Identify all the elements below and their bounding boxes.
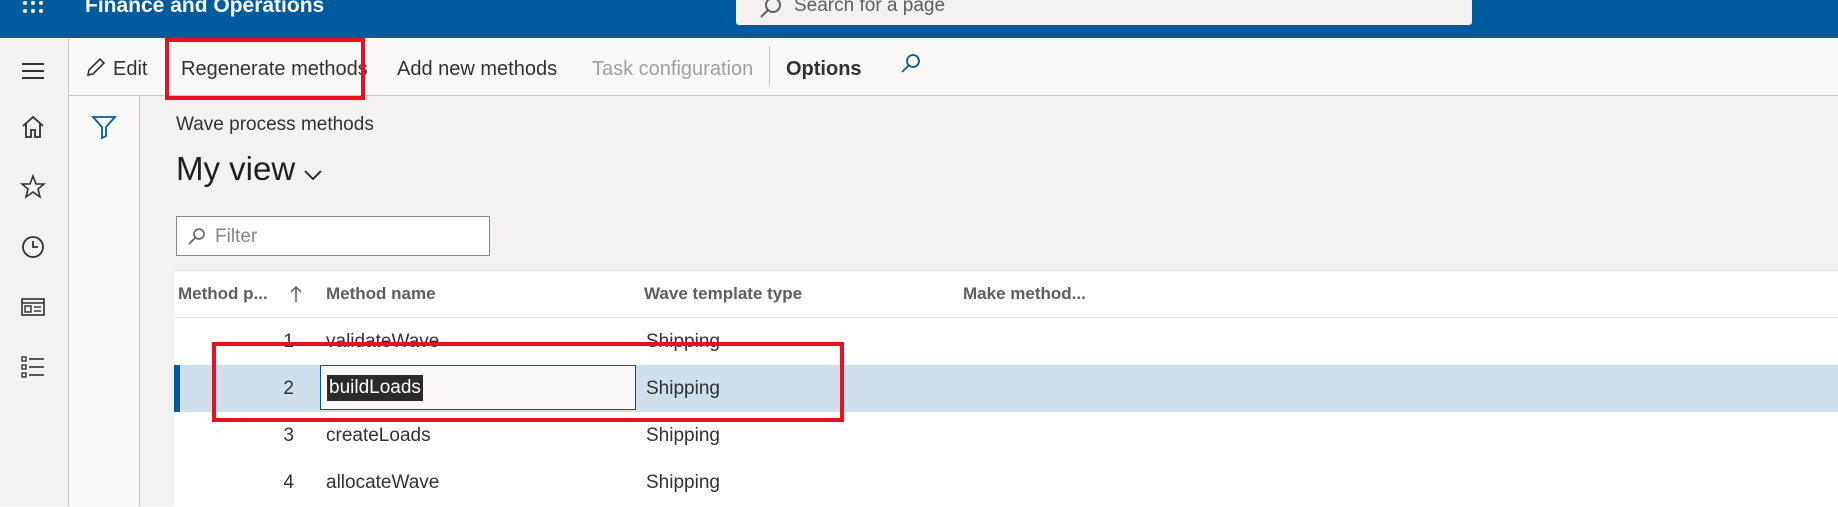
method-name-cell[interactable]: createLoads <box>326 412 431 459</box>
app-launcher-icon[interactable] <box>22 0 44 22</box>
method-name-cell[interactable]: allocateWave <box>326 459 439 506</box>
page-search-box[interactable]: Search for a page <box>736 0 1472 25</box>
table-row[interactable]: 4 allocateWave Shipping <box>174 459 1838 506</box>
method-name-cell[interactable]: validateWave <box>326 318 439 365</box>
menu-icon[interactable] <box>20 58 46 84</box>
action-pane: Edit Regenerate methods Add new methods … <box>69 38 1838 96</box>
navigation-rail <box>0 38 69 506</box>
method-position-cell: 1 <box>283 331 294 352</box>
wave-template-type-cell[interactable]: Shipping <box>646 459 720 506</box>
wave-template-type-cell[interactable]: Shipping <box>646 365 720 412</box>
view-selector[interactable]: My view <box>176 150 323 190</box>
view-title: My view <box>176 150 296 187</box>
method-position-cell: 3 <box>283 425 294 446</box>
sort-ascending-icon[interactable] <box>288 285 304 308</box>
column-header-method-name[interactable]: Method name <box>326 271 436 317</box>
chevron-down-icon <box>303 152 323 190</box>
filter-pane-column <box>69 96 140 506</box>
app-title[interactable]: Finance and Operations <box>85 0 324 20</box>
table-row[interactable]: 1 validateWave Shipping <box>174 318 1838 365</box>
options-tab[interactable]: Options <box>786 38 862 95</box>
task-configuration-button[interactable]: Task configuration <box>592 38 753 95</box>
filter-search-icon <box>187 227 207 252</box>
methods-grid: Method p... Method name Wave template ty… <box>174 270 1838 507</box>
regenerate-methods-button[interactable]: Regenerate methods <box>181 38 368 95</box>
filter-funnel-icon[interactable] <box>90 114 118 145</box>
row-selection-indicator <box>174 365 180 412</box>
favorites-star-icon[interactable] <box>19 173 47 200</box>
method-position-cell: 2 <box>283 378 294 399</box>
filter-input[interactable] <box>213 221 487 253</box>
page-caption: Wave process methods <box>176 114 374 135</box>
top-navigation-bar: Finance and Operations Search for a page <box>0 0 1838 38</box>
wave-template-type-cell[interactable]: Shipping <box>646 318 720 365</box>
filter-input-box[interactable] <box>176 216 490 256</box>
home-icon[interactable] <box>20 114 46 140</box>
search-placeholder: Search for a page <box>794 0 946 16</box>
method-name-edit-field[interactable]: buildLoads <box>320 365 636 410</box>
column-header-method-position[interactable]: Method p... <box>178 271 268 317</box>
recent-clock-icon[interactable] <box>20 234 46 260</box>
pencil-icon <box>86 57 106 77</box>
add-new-methods-button[interactable]: Add new methods <box>397 38 557 95</box>
grid-header: Method p... Method name Wave template ty… <box>174 271 1838 318</box>
modules-list-icon[interactable] <box>20 354 46 380</box>
method-position-cell: 4 <box>283 472 294 493</box>
column-header-make-method[interactable]: Make method... <box>963 271 1086 317</box>
workspaces-icon[interactable] <box>20 294 46 320</box>
edit-button[interactable]: Edit <box>85 38 147 95</box>
edit-label: Edit <box>113 58 148 80</box>
table-row[interactable]: 3 createLoads Shipping <box>174 412 1838 459</box>
method-name-selected-text: buildLoads <box>327 375 423 401</box>
column-header-wave-template-type[interactable]: Wave template type <box>644 271 802 317</box>
main-content: Wave process methods My view Method p...… <box>140 96 1838 507</box>
wave-template-type-cell[interactable]: Shipping <box>646 412 720 459</box>
search-icon <box>758 0 784 27</box>
table-row-selected[interactable]: 2 buildLoads Shipping <box>174 365 1838 412</box>
action-divider <box>769 46 770 86</box>
